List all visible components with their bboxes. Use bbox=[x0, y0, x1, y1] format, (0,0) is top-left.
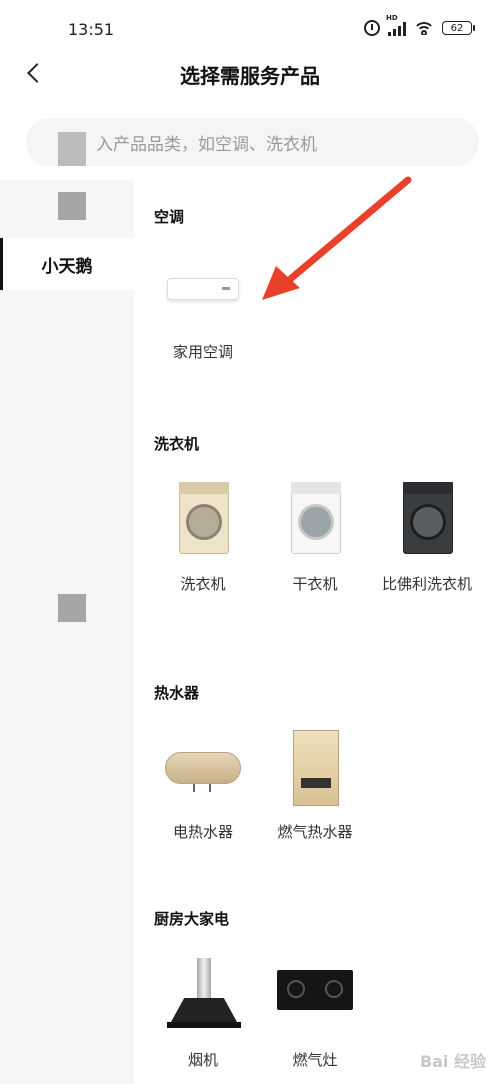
section-title-air-conditioner: 空调 bbox=[154, 208, 185, 226]
battery-icon: 62 bbox=[442, 21, 475, 35]
range-hood-icon bbox=[165, 958, 241, 1034]
product-item-electric-water-heater[interactable]: 电热水器 bbox=[148, 730, 258, 843]
product-item-washer[interactable]: 洗衣机 bbox=[148, 482, 258, 595]
air-conditioner-icon bbox=[165, 250, 241, 326]
gas-stove-icon bbox=[277, 958, 353, 1034]
product-label: 燃气热水器 bbox=[277, 823, 353, 841]
product-label: 比佛利洗衣机 bbox=[381, 575, 472, 593]
product-item-home-ac[interactable]: 家用空调 bbox=[148, 250, 258, 363]
product-label: 电热水器 bbox=[172, 823, 233, 841]
electric-water-heater-icon bbox=[165, 730, 241, 806]
product-item-beverly-washer[interactable]: 比佛利洗衣机 bbox=[372, 482, 482, 595]
status-icons: HD 62 bbox=[364, 14, 475, 36]
product-label: 干衣机 bbox=[292, 575, 338, 593]
battery-level: 62 bbox=[450, 22, 464, 34]
wifi-icon bbox=[414, 21, 434, 35]
redacted-block bbox=[58, 132, 86, 166]
signal-hd-label: HD bbox=[386, 14, 398, 22]
product-item-range-hood[interactable]: 烟机 bbox=[148, 958, 258, 1071]
status-time: 13:51 bbox=[68, 20, 115, 39]
alarm-icon bbox=[364, 20, 380, 36]
product-item-gas-water-heater[interactable]: 燃气热水器 bbox=[260, 730, 370, 843]
product-label: 家用空调 bbox=[172, 343, 233, 361]
search-input[interactable]: 入产品品类，如空调、洗衣机 bbox=[26, 118, 479, 166]
watermark: Bai 经验 bbox=[419, 1052, 486, 1071]
category-sidebar[interactable]: 小天鹅 bbox=[0, 180, 134, 1084]
washing-machine-dark-icon bbox=[389, 482, 465, 558]
product-label: 洗衣机 bbox=[180, 575, 226, 593]
dryer-icon bbox=[277, 482, 353, 558]
signal-icon: HD bbox=[386, 14, 406, 36]
product-label: 烟机 bbox=[187, 1051, 218, 1069]
status-bar: 13:51 HD 62 bbox=[0, 0, 500, 58]
section-title-washer: 洗衣机 bbox=[154, 435, 200, 453]
gas-water-heater-icon bbox=[277, 730, 353, 806]
section-title-kitchen-appliance: 厨房大家电 bbox=[154, 910, 230, 928]
product-item-gas-stove[interactable]: 燃气灶 bbox=[260, 958, 370, 1071]
search-placeholder: 入产品品类，如空调、洗衣机 bbox=[96, 134, 317, 155]
sidebar-item-xiaotiane[interactable]: 小天鹅 bbox=[0, 238, 134, 290]
product-item-dryer[interactable]: 干衣机 bbox=[260, 482, 370, 595]
washing-machine-icon bbox=[165, 482, 241, 558]
page-title: 选择需服务产品 bbox=[180, 64, 320, 88]
product-label: 燃气灶 bbox=[292, 1051, 338, 1069]
section-title-water-heater: 热水器 bbox=[154, 684, 200, 702]
header: 选择需服务产品 bbox=[0, 58, 500, 98]
redacted-block bbox=[58, 192, 86, 220]
sidebar-item-label: 小天鹅 bbox=[41, 256, 93, 277]
redacted-block bbox=[58, 594, 86, 622]
